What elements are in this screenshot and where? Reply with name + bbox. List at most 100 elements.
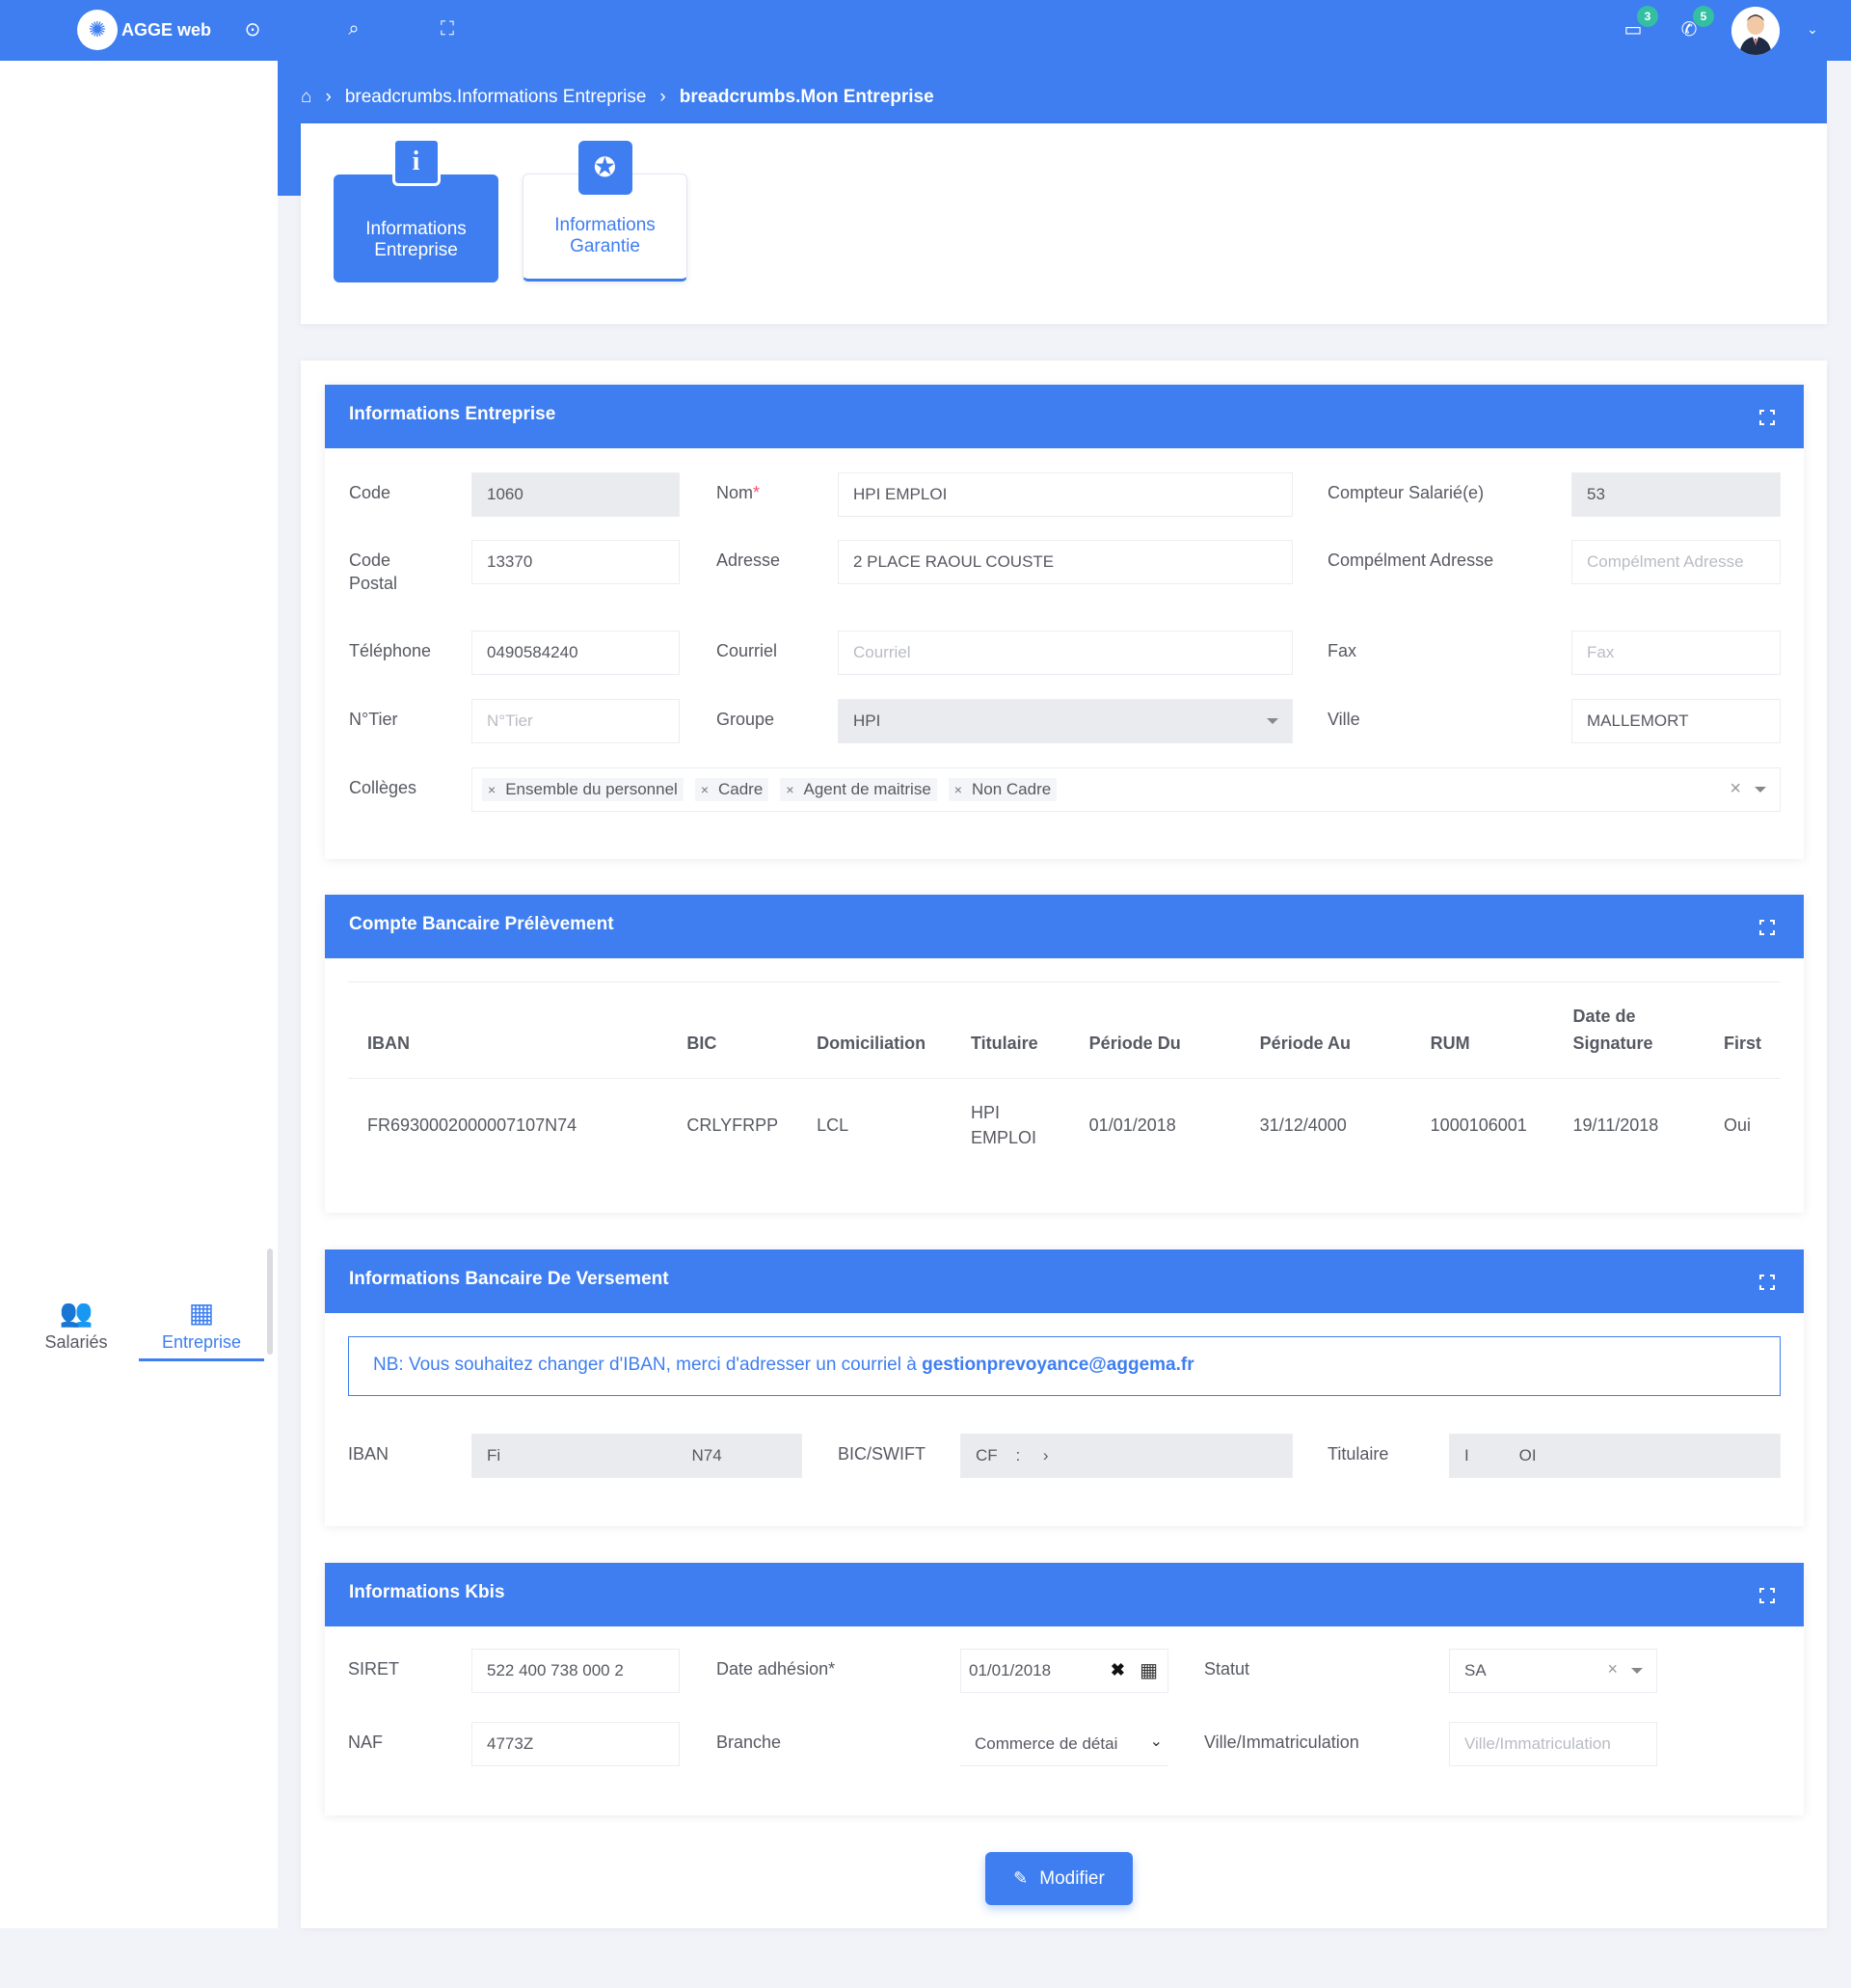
calls-badge: 5 (1693, 6, 1714, 27)
bank-table: IBAN BIC Domiciliation Titulaire Période… (348, 981, 1781, 1171)
fax-label: Fax (1328, 641, 1357, 660)
section-title: Informations Bancaire De Versement (349, 1269, 669, 1289)
colleges-label: Collèges (349, 778, 417, 797)
breadcrumb-item[interactable]: breadcrumbs.Informations Entreprise (345, 87, 647, 108)
table-row[interactable]: FR6930002000007107N74 CRLYFRPP LCL HPI EM… (348, 1079, 1781, 1171)
remove-tag-icon[interactable]: × (701, 782, 709, 797)
section-compte-bancaire: Compte Bancaire Prélèvement IBAN BIC Dom… (325, 895, 1804, 1213)
courriel-field[interactable]: Courriel (838, 631, 1293, 675)
complement-field[interactable]: Compélment Adresse (1571, 540, 1781, 584)
sidebar-scrollbar[interactable] (267, 1249, 273, 1355)
remove-tag-icon[interactable]: × (786, 782, 793, 797)
chevron-down-icon[interactable]: ⌄ (1799, 15, 1826, 42)
naf-label: NAF (348, 1733, 383, 1752)
sidebar (0, 61, 278, 1928)
notice-text: NB: Vous souhaitez changer d'IBAN, merci… (373, 1355, 923, 1375)
telephone-label: Téléphone (349, 641, 432, 660)
modifier-label: Modifier (1039, 1867, 1105, 1889)
notice-email-link[interactable]: gestionprevoyance@aggema.fr (922, 1355, 1194, 1375)
tab-label: Informations (554, 215, 656, 235)
colleges-tags: × Ensemble du personnel × Cadre × Agent de … (482, 778, 1058, 801)
col-first: First (1703, 981, 1781, 1079)
cell-iban: FR6930002000007107N74 (367, 1115, 577, 1135)
modifier-button[interactable]: ✎ Modifier (985, 1852, 1133, 1905)
telephone-field[interactable]: 0490584240 (471, 631, 680, 675)
ville-field[interactable]: MALLEMORT (1571, 699, 1781, 743)
remove-tag-icon[interactable]: × (488, 782, 496, 797)
cell-periode-du: 01/01/2018 (1088, 1115, 1176, 1135)
statut-label: Statut (1204, 1659, 1250, 1679)
branche-select[interactable]: Commerce de détai ⌄ (960, 1722, 1168, 1766)
college-tag: × Cadre (694, 778, 769, 801)
user-avatar[interactable] (1731, 7, 1780, 55)
nom-field[interactable]: HPI EMPLOI (838, 472, 1293, 517)
statut-select[interactable]: SA × (1449, 1649, 1657, 1693)
compteur-label: Compteur Salarié(e) (1328, 483, 1485, 502)
col-bic: BIC (667, 981, 798, 1079)
col-rum: RUM (1410, 981, 1554, 1079)
fax-field[interactable]: Fax (1571, 631, 1781, 675)
tab-label: Entreprise (374, 240, 458, 260)
ntier-label: N°Tier (349, 710, 398, 729)
cell-rum: 1000106001 (1430, 1115, 1527, 1135)
bic-field[interactable]: CF : › (960, 1434, 1293, 1478)
ntier-field[interactable]: N°Tier (471, 699, 680, 743)
naf-field[interactable]: 4773Z (471, 1722, 680, 1766)
siret-label: SIRET (348, 1659, 400, 1679)
colleges-multiselect[interactable]: × Ensemble du personnel × Cadre × Agent de … (471, 767, 1781, 812)
tab-informations-entreprise[interactable]: i Informations Entreprise (334, 138, 498, 282)
clear-icon[interactable]: × (1607, 1659, 1618, 1679)
messages-icon[interactable]: ▭ 3 (1620, 6, 1658, 42)
sidebar-item-entreprise[interactable]: ▦ Entreprise (139, 1297, 264, 1361)
cell-first: Oui (1723, 1115, 1751, 1135)
section-kbis: Informations Kbis SIRET 522 400 738 000 … (325, 1563, 1804, 1815)
compteur-field[interactable]: 53 (1571, 472, 1781, 517)
iban-field[interactable]: Fi N74 (471, 1434, 802, 1478)
home-icon[interactable]: ⌂ (301, 87, 311, 108)
phone-icon[interactable]: ✆ 5 (1676, 6, 1714, 42)
ville-immatriculation-field[interactable]: Ville/Immatriculation (1449, 1722, 1657, 1766)
expand-icon[interactable] (1758, 919, 1776, 936)
table-header-row: IBAN BIC Domiciliation Titulaire Période… (348, 981, 1781, 1079)
tab-informations-garantie[interactable]: ✪ Informations Garantie (523, 141, 687, 282)
date-value: 01/01/2018 (969, 1661, 1052, 1679)
ville-label: Ville (1328, 710, 1360, 729)
toggle-sidebar-icon[interactable]: ⊙ (239, 15, 266, 42)
titulaire-field[interactable]: I OI (1449, 1434, 1781, 1478)
section-header: Informations Bancaire De Versement (325, 1249, 1804, 1313)
cell-periode-au: 31/12/4000 (1259, 1115, 1347, 1135)
groupe-select[interactable]: HPI (838, 699, 1293, 743)
award-icon: ✪ (577, 141, 632, 195)
edit-icon: ✎ (1013, 1868, 1029, 1888)
clear-date-icon[interactable]: ✖ (1111, 1660, 1125, 1680)
fullscreen-icon[interactable]: ⛶ (434, 15, 461, 42)
expand-icon[interactable] (1758, 409, 1776, 426)
section-informations-entreprise: Informations Entreprise Code 1060 Nom* H… (325, 385, 1804, 859)
college-tag: × Ensemble du personnel (482, 778, 684, 801)
date-adhesion-label: Date adhésion* (716, 1659, 836, 1679)
cell-date-signature: 19/11/2018 (1572, 1115, 1659, 1135)
search-icon[interactable]: ⌕ (340, 15, 367, 42)
tab-label: Informations (365, 219, 467, 239)
app-title: AGGE web (121, 19, 212, 40)
date-adhesion-picker[interactable]: 01/01/2018 ✖ ▦ (960, 1649, 1168, 1693)
adresse-field[interactable]: 2 PLACE RAOUL COUSTE (838, 540, 1293, 584)
clear-icon[interactable]: × (1730, 778, 1741, 800)
siret-field[interactable]: 522 400 738 000 2 (471, 1649, 680, 1693)
remove-tag-icon[interactable]: × (954, 782, 962, 797)
code-field[interactable]: 1060 (471, 472, 680, 517)
expand-icon[interactable] (1758, 1274, 1776, 1291)
complement-label: Compélment Adresse (1328, 551, 1494, 570)
breadcrumb-separator-icon: › (325, 87, 332, 107)
section-title: Informations Kbis (349, 1582, 505, 1602)
code-postal-field[interactable]: 13370 (471, 540, 680, 584)
expand-icon[interactable] (1758, 1587, 1776, 1604)
info-icon: i (391, 138, 441, 186)
calendar-icon[interactable]: ▦ (1140, 1658, 1158, 1682)
caret-down-icon (1631, 1668, 1643, 1674)
col-iban: IBAN (348, 981, 668, 1079)
app-logo[interactable]: ✺ AGGE web (77, 10, 211, 50)
sidebar-tabs: 👥 Salariés ▦ Entreprise (0, 1249, 278, 1384)
sidebar-item-salaries[interactable]: 👥 Salariés (13, 1297, 139, 1353)
messages-badge: 3 (1637, 6, 1658, 27)
